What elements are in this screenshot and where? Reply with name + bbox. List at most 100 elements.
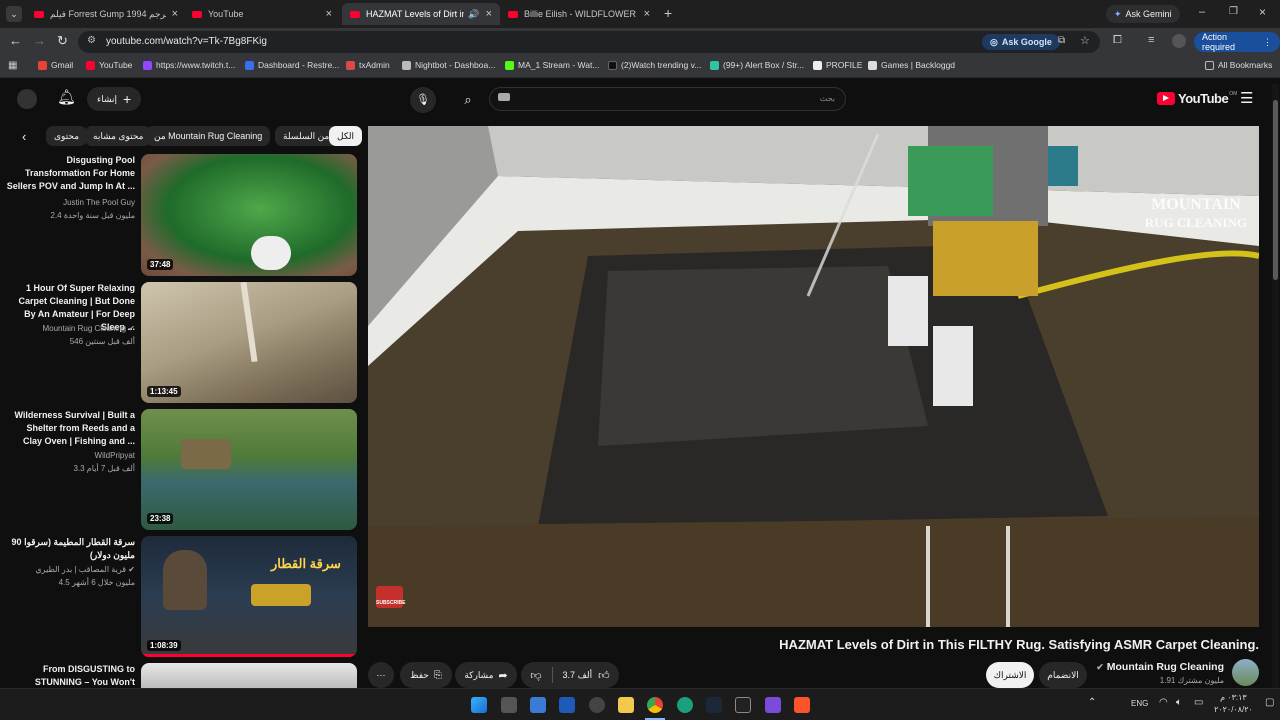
- create-button[interactable]: إنشاء +: [87, 87, 142, 111]
- notification-center-icon[interactable]: ▢: [1265, 697, 1274, 708]
- bookmark-txadmin[interactable]: txAdmin: [346, 60, 390, 70]
- subscribe-watermark-badge[interactable]: SUBSCRIBE: [376, 586, 405, 608]
- bookmark-kick-stream[interactable]: MA_1 Stream - Wat...: [505, 60, 599, 70]
- more-menu-icon[interactable]: ⋮: [1263, 37, 1272, 48]
- profile-avatar[interactable]: [1172, 34, 1186, 48]
- bookmark-tiktok[interactable]: (2)Watch trending v...: [608, 60, 701, 70]
- chips-scroll-left-icon[interactable]: ‹: [22, 129, 26, 144]
- new-tab-button[interactable]: +: [664, 5, 672, 21]
- account-avatar[interactable]: [17, 89, 37, 109]
- tab-youtube[interactable]: YouTube ×: [184, 3, 340, 25]
- chip-all[interactable]: الكل: [329, 126, 363, 146]
- recommendation-thumbnail[interactable]: 1:13:45: [141, 282, 357, 403]
- tab-search-button[interactable]: ⌄: [6, 6, 22, 22]
- save-button[interactable]: حفظ ⎘: [400, 662, 452, 688]
- restore-window-icon[interactable]: ❐: [1229, 6, 1238, 17]
- youtube-logo[interactable]: YouTube OM: [1157, 91, 1237, 106]
- system-clock[interactable]: ٠٣:١٣ م ٢٠٢٠/٠٨/٢٠: [1214, 692, 1253, 716]
- scrollbar-thumb[interactable]: [1273, 100, 1278, 280]
- page-scrollbar[interactable]: [1272, 84, 1279, 688]
- task-view-icon[interactable]: [501, 697, 517, 713]
- channel-avatar[interactable]: [1232, 659, 1259, 686]
- notifications-bell-icon[interactable]: 🔔︎: [57, 88, 76, 106]
- back-arrow-icon[interactable]: ←: [9, 33, 22, 48]
- ask-gemini-button[interactable]: ✦ Ask Gemini: [1106, 5, 1180, 23]
- epic-games-icon[interactable]: [735, 697, 751, 713]
- search-input[interactable]: بحث: [820, 94, 835, 103]
- tab-forrest-gump[interactable]: فيلم Forrest Gump 1994 مترجم ×: [26, 3, 186, 25]
- chrome-icon[interactable]: [647, 697, 663, 713]
- video-title[interactable]: Disgusting Pool Transformation For Home …: [5, 154, 135, 193]
- join-button[interactable]: الانضمام: [1039, 662, 1087, 688]
- bookmark-twitch[interactable]: https://www.twitch.t...: [143, 60, 235, 70]
- widgets-icon[interactable]: [530, 697, 546, 713]
- edge-icon[interactable]: [677, 697, 693, 713]
- minimize-window-icon[interactable]: –: [1199, 6, 1205, 18]
- dislike-icon[interactable]: 👎︎: [530, 669, 541, 682]
- all-bookmarks-button[interactable]: All Bookmarks: [1205, 60, 1272, 70]
- like-icon[interactable]: 👍︎: [598, 669, 610, 682]
- input-language-indicator[interactable]: ENG: [1131, 699, 1148, 708]
- bookmark-alert-box[interactable]: (99+) Alert Box / Str...: [710, 60, 804, 70]
- chip-content[interactable]: محتوى: [46, 126, 88, 146]
- game-controller-icon[interactable]: [765, 697, 781, 713]
- recommendation-thumbnail[interactable]: 23:38: [141, 409, 357, 530]
- chip-from-series[interactable]: من السلسلة: [275, 126, 338, 146]
- bookmark-star-icon[interactable]: ☆: [1080, 34, 1090, 47]
- brave-icon[interactable]: [794, 697, 810, 713]
- video-title[interactable]: From DISGUSTING to STUNNING – You Won't: [5, 663, 135, 689]
- wifi-icon[interactable]: ◠: [1159, 697, 1168, 708]
- channel-name[interactable]: قرية المصاقب | بدر الطيري ✔: [35, 565, 135, 574]
- close-tab-icon[interactable]: ×: [486, 8, 492, 20]
- voice-search-icon[interactable]: 🎙︎: [410, 87, 436, 113]
- bookmark-restream[interactable]: Dashboard - Restre...: [245, 60, 339, 70]
- video-title[interactable]: سرقة القطار المطيمة (سرقوا 90 مليون دولا…: [7, 536, 135, 562]
- volume-icon[interactable]: 🔈︎: [1176, 697, 1182, 708]
- bookmark-backloggd[interactable]: Games | Backloggd: [868, 60, 955, 70]
- site-settings-icon[interactable]: ⚙: [87, 35, 96, 46]
- like-count[interactable]: 3.7 ألف: [563, 670, 593, 681]
- more-actions-button[interactable]: ⋯: [368, 662, 394, 688]
- install-app-icon[interactable]: ⧉: [1058, 35, 1065, 46]
- forward-arrow-icon[interactable]: →: [33, 33, 46, 48]
- apps-grid-icon[interactable]: ▦: [8, 60, 17, 71]
- battery-icon[interactable]: ▭: [1194, 697, 1203, 708]
- ask-google-button[interactable]: ◎ Ask Google: [982, 34, 1060, 50]
- chip-similar[interactable]: محتوى مشابه: [85, 126, 152, 146]
- channel-name[interactable]: Mountain Rug Cleaning ✔: [42, 324, 135, 333]
- close-tab-icon[interactable]: ×: [644, 8, 650, 20]
- channel-name[interactable]: WildPripyat: [95, 451, 135, 460]
- tab-hazmat-video[interactable]: HAZMAT Levels of Dirt in This FILTHY Rug…: [342, 3, 500, 25]
- channel-name-link[interactable]: ✔ Mountain Rug Cleaning: [1096, 661, 1224, 673]
- subscribe-button[interactable]: الاشتراك: [986, 662, 1034, 688]
- video-title[interactable]: Wilderness Survival | Built a Shelter fr…: [5, 409, 135, 448]
- tab-billie-eilish[interactable]: Billie Eilish - WILDFLOWER (Official ×: [500, 3, 658, 25]
- bookmark-profile[interactable]: PROFILE: [813, 60, 862, 70]
- obs-icon[interactable]: [589, 697, 605, 713]
- show-hidden-icons-chevron-icon[interactable]: ⌃: [1088, 697, 1096, 708]
- search-button-icon[interactable]: ⌕: [455, 87, 481, 113]
- video-player[interactable]: MOUNTAIN RUG CLEANING SUBSCRIBE: [368, 126, 1259, 627]
- bookmark-gmail[interactable]: Gmail: [38, 60, 73, 70]
- action-required-button[interactable]: Action required ⋮: [1194, 32, 1280, 52]
- channel-name[interactable]: Justin The Pool Guy: [63, 198, 135, 207]
- chip-from-mountain-rug[interactable]: من Mountain Rug Cleaning: [146, 126, 271, 146]
- reload-icon[interactable]: ↻: [57, 33, 68, 49]
- recommendation-thumbnail[interactable]: [141, 663, 357, 688]
- close-tab-icon[interactable]: ×: [326, 8, 332, 20]
- reading-list-icon[interactable]: ≡: [1148, 34, 1154, 46]
- search-box[interactable]: بحث: [489, 87, 846, 111]
- steam-icon[interactable]: [706, 697, 722, 713]
- extensions-icon[interactable]: ⧠: [1113, 34, 1122, 47]
- windows-start-icon[interactable]: [471, 697, 487, 713]
- vs-code-icon[interactable]: [559, 697, 575, 713]
- bookmark-youtube[interactable]: YouTube: [86, 60, 132, 70]
- close-tab-icon[interactable]: ×: [172, 8, 178, 20]
- share-button[interactable]: مشاركة ➦: [455, 662, 517, 688]
- audio-playing-icon[interactable]: 🔊: [468, 9, 479, 20]
- file-explorer-icon[interactable]: [618, 697, 634, 713]
- close-window-icon[interactable]: ×: [1259, 5, 1266, 19]
- guide-menu-icon[interactable]: ☰: [1240, 89, 1253, 107]
- address-bar[interactable]: ⚙ youtube.com/watch?v=Tk-7Bg8FKig ◎ Ask …: [78, 31, 1100, 53]
- recommendation-thumbnail[interactable]: سرقة القطار 1:08:39: [141, 536, 357, 657]
